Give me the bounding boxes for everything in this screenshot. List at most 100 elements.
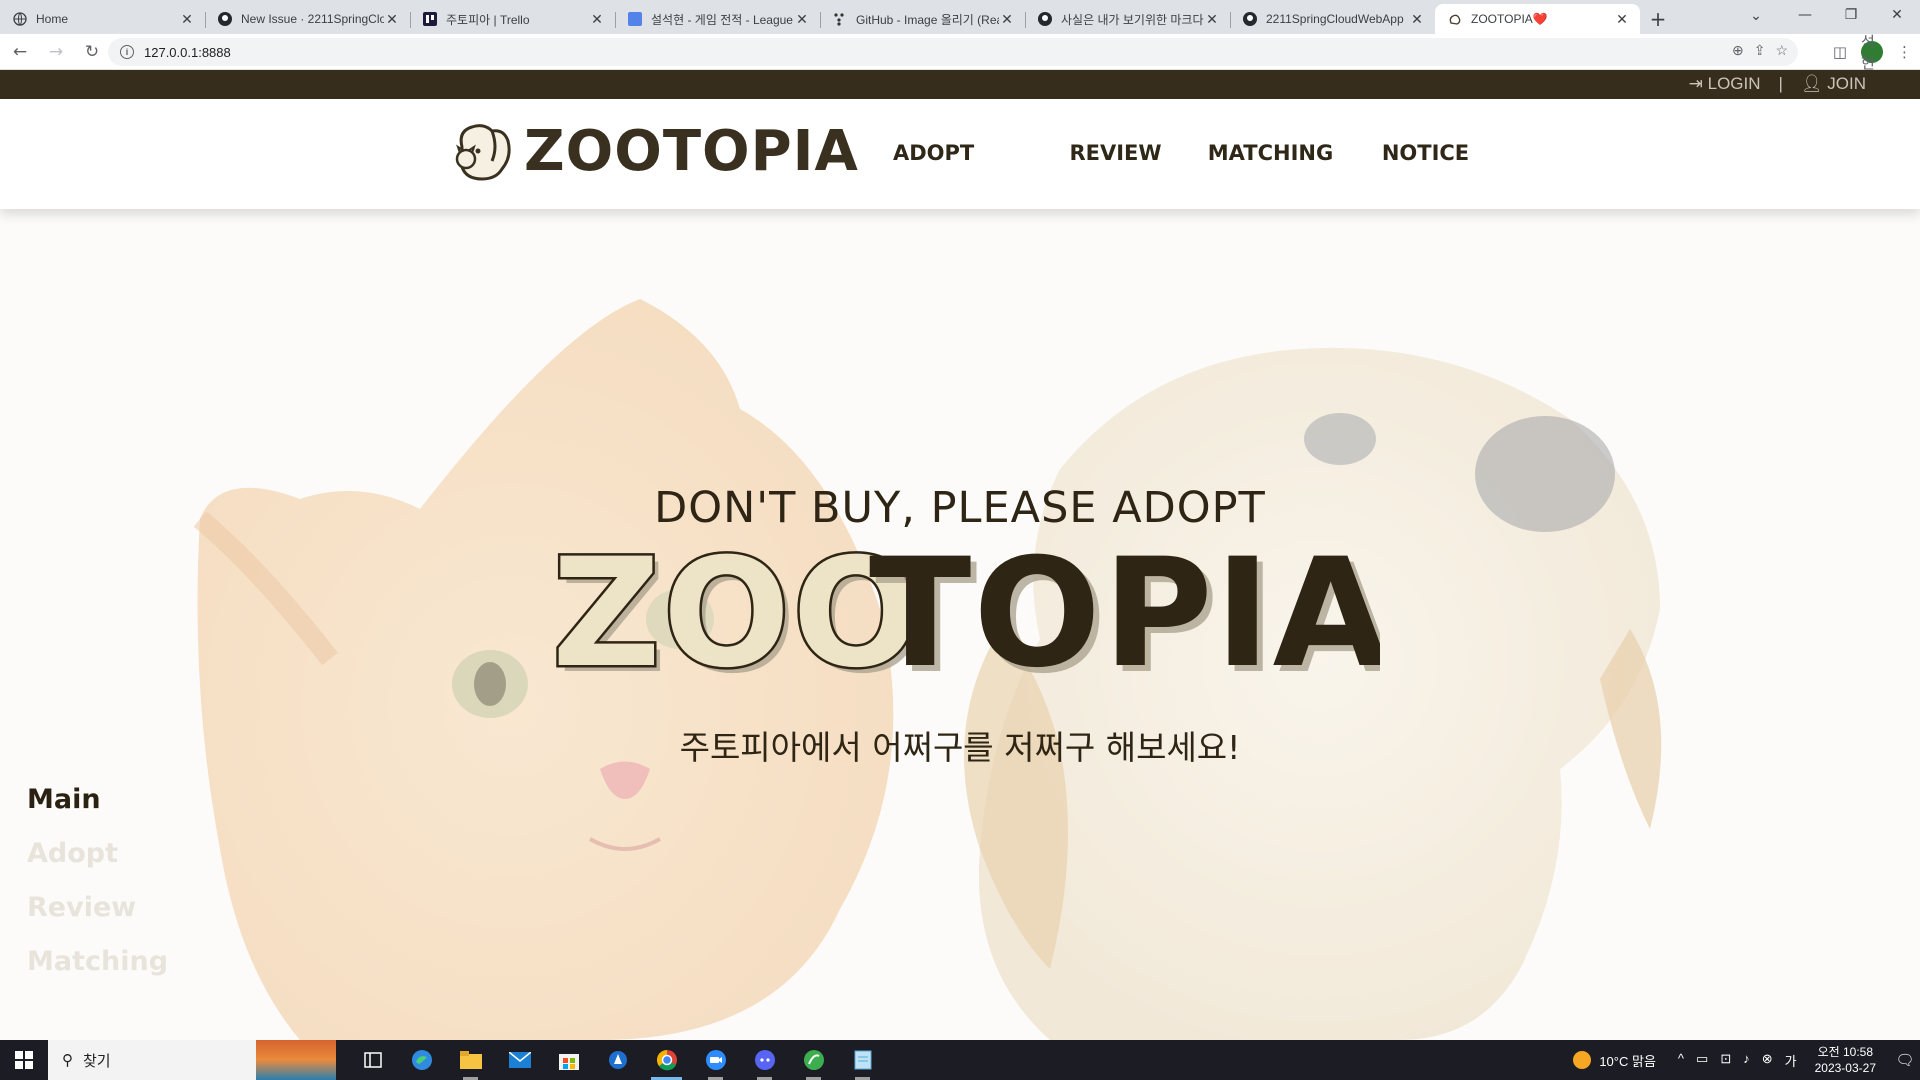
- windows-start-icon[interactable]: [0, 1040, 48, 1080]
- system-tray: 10°C 맑음 ^ ▭ ⊡ ♪ ⊗ 가 오전 10:58 2023-03-27 …: [1573, 1040, 1920, 1080]
- login-icon: ⇥: [1688, 74, 1703, 93]
- forward-button[interactable]: →: [40, 36, 72, 68]
- weather-text: 10°C 맑음: [1599, 1053, 1656, 1069]
- hero-slogan: DON'T BUY, PLEASE ADOPT: [654, 483, 1266, 533]
- discord-icon[interactable]: [740, 1040, 789, 1080]
- side-nav-review[interactable]: Review: [27, 892, 168, 926]
- profile-avatar[interactable]: 석현: [1861, 33, 1883, 72]
- nav-notice[interactable]: NOTICE: [1348, 141, 1503, 165]
- ime-icon[interactable]: 가: [1785, 1051, 1797, 1070]
- window-controls: — ❐ ✕: [1782, 0, 1920, 30]
- clock-date: 2023-03-27: [1814, 1061, 1876, 1075]
- side-nav-main[interactable]: Main: [27, 784, 168, 818]
- app-icon[interactable]: [593, 1040, 642, 1080]
- login-label: LOGIN: [1707, 74, 1761, 93]
- menu-icon[interactable]: ⋮: [1897, 43, 1912, 61]
- file-explorer-icon[interactable]: [446, 1040, 495, 1080]
- main-nav: ADOPT REVIEW MATCHING NOTICE: [893, 141, 1503, 165]
- browser-tab[interactable]: GitHub - Image 올리기 (Readme) ✕: [820, 4, 1025, 34]
- browser-tab[interactable]: New Issue · 2211SpringCloudWebApp ✕: [205, 4, 410, 34]
- close-icon[interactable]: ✕: [794, 11, 810, 28]
- opgg-icon: [627, 11, 643, 27]
- browser-tab[interactable]: 설석현 - 게임 전적 - League of Legends ✕: [615, 4, 820, 34]
- tab-title: 사실은 내가 보기위한 마크다운: [1061, 12, 1204, 27]
- mail-icon[interactable]: [495, 1040, 544, 1080]
- notification-icon[interactable]: 🗨︎: [1890, 1051, 1920, 1069]
- zoom-icon[interactable]: ⊕: [1732, 42, 1744, 59]
- github-icon: [1242, 11, 1258, 27]
- close-icon[interactable]: ✕: [589, 11, 605, 28]
- nav-adopt[interactable]: ADOPT: [893, 141, 974, 165]
- zootopia-icon: [1447, 11, 1463, 27]
- store-icon[interactable]: [544, 1040, 593, 1080]
- hero-section: DON'T BUY, PLEASE ADOPT ZOO ZOO TOPIA TO…: [0, 209, 1920, 1040]
- url-text: 127.0.0.1:8888: [144, 44, 231, 60]
- volume-icon[interactable]: ♪: [1743, 1051, 1750, 1070]
- side-nav-adopt[interactable]: Adopt: [27, 838, 168, 872]
- side-panel-icon[interactable]: ◫: [1833, 43, 1847, 61]
- separator: |: [1778, 74, 1783, 93]
- hero-title-light: ZOO: [552, 539, 922, 679]
- edge-icon[interactable]: [397, 1040, 446, 1080]
- browser-tab[interactable]: 2211SpringCloudWebApp ✕: [1230, 4, 1435, 34]
- github-icon: [217, 11, 233, 27]
- tab-search-icon[interactable]: ⌄: [1742, 4, 1770, 28]
- sun-icon: [1573, 1051, 1592, 1069]
- logo-text: ZOOTOPIA: [524, 118, 859, 184]
- close-icon[interactable]: ✕: [1614, 11, 1630, 28]
- browser-tab-strip: Home ✕ New Issue · 2211SpringCloudWebApp…: [0, 0, 1920, 34]
- tab-title: ZOOTOPIA❤️: [1471, 12, 1548, 26]
- share-icon[interactable]: ⇪: [1754, 42, 1766, 59]
- back-button[interactable]: ←: [4, 36, 36, 68]
- browser-tab[interactable]: Home ✕: [0, 4, 205, 34]
- zoom-icon[interactable]: [691, 1040, 740, 1080]
- join-label: JOIN: [1827, 74, 1866, 93]
- login-link[interactable]: ⇥ LOGIN: [1689, 74, 1761, 94]
- nav-review[interactable]: REVIEW: [1038, 141, 1193, 165]
- info-icon[interactable]: i: [120, 45, 134, 59]
- close-icon[interactable]: ✕: [179, 11, 195, 28]
- new-tab-button[interactable]: +: [1640, 4, 1676, 34]
- restore-button[interactable]: ❐: [1828, 0, 1874, 30]
- world-icon: [12, 11, 28, 27]
- browser-tab[interactable]: 사실은 내가 보기위한 마크다운 ✕: [1025, 4, 1230, 34]
- weather-widget[interactable]: 10°C 맑음: [1573, 1051, 1656, 1070]
- bookmark-star-icon[interactable]: ☆: [1775, 42, 1788, 59]
- dots-icon: [832, 11, 848, 27]
- chrome-icon[interactable]: [642, 1040, 691, 1080]
- minimize-button[interactable]: —: [1782, 0, 1828, 30]
- windows-taskbar: ⚲ 찾기 10°C 맑음 ^ ▭ ⊡ ♪ ⊗ 가 오전 10:58 2023-0…: [0, 1040, 1920, 1080]
- address-bar[interactable]: i 127.0.0.1:8888 ⊕ ⇪ ☆: [108, 38, 1798, 66]
- chevron-up-icon[interactable]: ^: [1678, 1051, 1684, 1070]
- side-nav: Main Adopt Review Matching: [27, 784, 168, 1000]
- browser-tab-active[interactable]: ZOOTOPIA❤️ ✕: [1435, 4, 1640, 34]
- hero-title-dark: TOPIA: [869, 539, 1380, 679]
- top-bar: ⇥ LOGIN | 👤︎ JOIN: [0, 70, 1920, 99]
- status-icon[interactable]: ⊗: [1762, 1051, 1773, 1070]
- github-icon: [1037, 11, 1053, 27]
- tab-title: Home: [36, 12, 69, 26]
- browser-tab[interactable]: 주토피아 | Trello ✕: [410, 4, 615, 34]
- side-nav-matching[interactable]: Matching: [27, 946, 168, 980]
- hero-title: ZOO ZOO TOPIA TOPIA: [550, 539, 1381, 679]
- sourcetree-icon[interactable]: [789, 1040, 838, 1080]
- user-icon: 👤︎: [1800, 74, 1823, 93]
- close-icon[interactable]: ✕: [384, 11, 400, 28]
- close-icon[interactable]: ✕: [999, 11, 1015, 28]
- close-icon[interactable]: ✕: [1409, 11, 1425, 28]
- network-icon[interactable]: ⊡: [1720, 1051, 1731, 1070]
- window-close-button[interactable]: ✕: [1874, 0, 1920, 30]
- hero-subtitle: 주토피아에서 어쩌구를 저쩌구 해보세요!: [679, 728, 1241, 767]
- display-icon[interactable]: ▭: [1696, 1051, 1708, 1070]
- close-icon[interactable]: ✕: [1204, 11, 1220, 28]
- task-view-icon[interactable]: [348, 1040, 397, 1080]
- notepad-icon[interactable]: [838, 1040, 887, 1080]
- nav-matching[interactable]: MATCHING: [1193, 141, 1348, 165]
- reload-button[interactable]: ↻: [76, 36, 108, 68]
- site-logo[interactable]: ZOOTOPIA: [452, 117, 859, 185]
- clock[interactable]: 오전 10:58 2023-03-27: [1815, 1044, 1876, 1076]
- search-highlight-banner[interactable]: [256, 1040, 336, 1080]
- join-link[interactable]: 👤︎ JOIN: [1801, 74, 1866, 94]
- taskbar-search[interactable]: ⚲ 찾기: [48, 1040, 256, 1080]
- search-placeholder: 찾기: [83, 1052, 111, 1070]
